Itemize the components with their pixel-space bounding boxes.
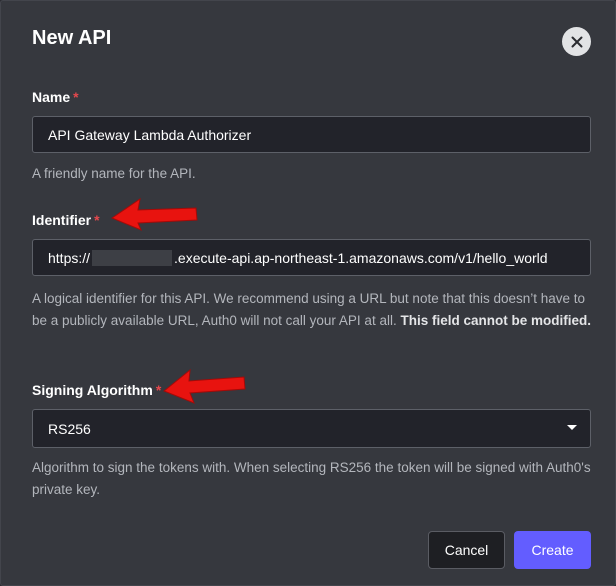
required-marker: * (94, 212, 100, 228)
annotation-arrow-signing-algorithm (163, 368, 246, 404)
modal-title: New API (32, 27, 112, 49)
name-label: Name * (32, 89, 79, 105)
required-marker: * (155, 382, 162, 398)
name-label-text: Name (32, 89, 71, 105)
signing-algorithm-help-text: Algorithm to sign the tokens with. When … (32, 460, 591, 497)
name-input[interactable]: API Gateway Lambda Authorizer (32, 116, 591, 153)
name-help-text: A friendly name for the API. (32, 166, 196, 181)
annotation-arrow-identifier (110, 197, 198, 231)
identifier-value-suffix: .execute-api.ap-northeast-1.amazonaws.co… (174, 249, 548, 266)
signing-algorithm-selected: RS256 (48, 420, 91, 437)
signing-algorithm-label: Signing Algorithm * (32, 382, 161, 398)
required-marker: * (73, 89, 79, 105)
identifier-help-bold: This field cannot be modified. (400, 313, 591, 328)
new-api-modal: New API Name * API Gateway Lambda Authori… (0, 0, 616, 586)
identifier-label: Identifier * (32, 212, 100, 228)
create-button[interactable]: Create (514, 531, 591, 569)
cancel-button[interactable]: Cancel (428, 531, 505, 569)
identifier-help-text: A logical identifier for this API. We re… (32, 288, 592, 332)
close-button[interactable] (562, 27, 591, 56)
name-input-value: API Gateway Lambda Authorizer (48, 126, 252, 143)
identifier-input[interactable]: https:// .execute-api.ap-northeast-1.amaz… (32, 239, 591, 276)
signing-algorithm-label-text: Signing Algorithm (32, 382, 153, 398)
identifier-label-text: Identifier (32, 212, 92, 228)
redacted-region (92, 249, 173, 266)
signing-algorithm-select[interactable]: RS256 (32, 409, 591, 448)
close-icon (571, 36, 582, 47)
chevron-down-icon (567, 425, 577, 430)
identifier-value-prefix: https:// (48, 249, 91, 266)
